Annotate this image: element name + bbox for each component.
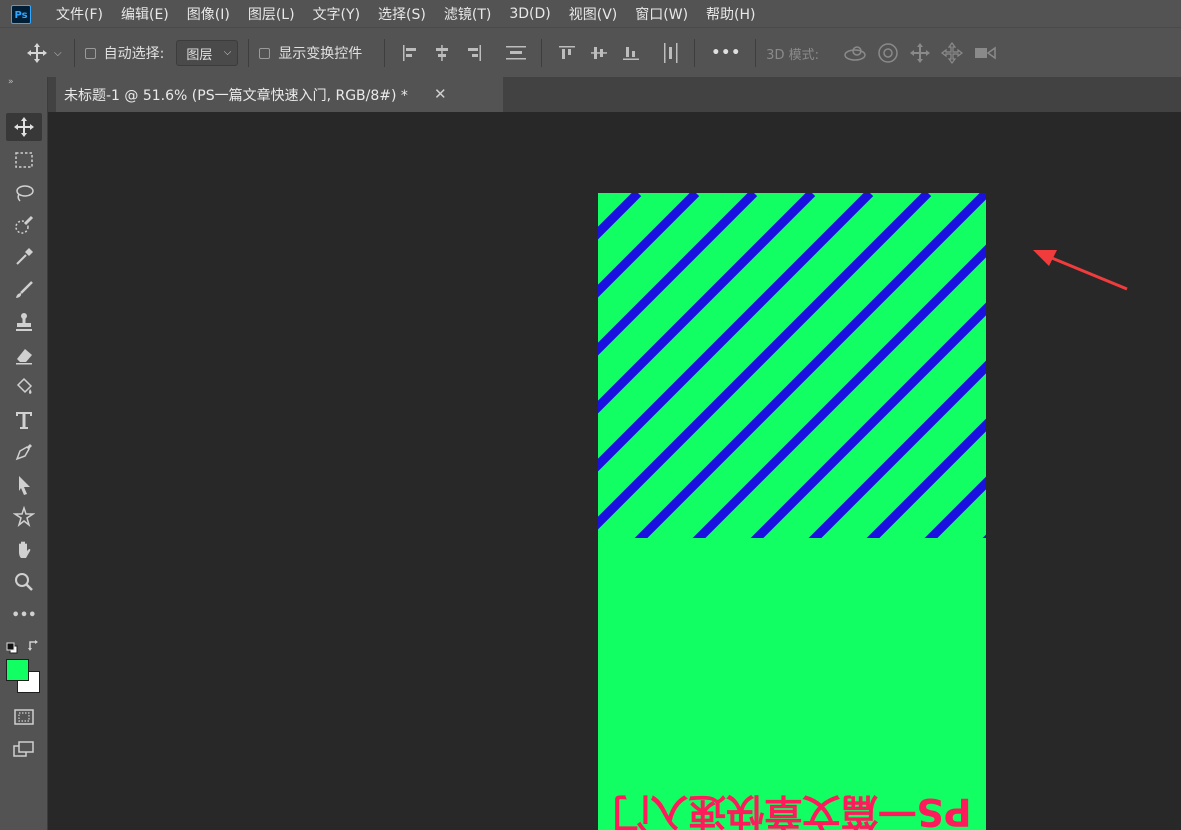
canvas-text-layer: PS一篇文章快速入门 (612, 790, 972, 830)
align-vertical-center-icon[interactable] (590, 44, 608, 62)
path-selection-tool-button[interactable] (6, 471, 42, 499)
lasso-icon (16, 185, 34, 202)
move-tool-button[interactable] (6, 113, 42, 141)
stamp-icon (16, 313, 32, 331)
distribute-horizontal-icon[interactable] (662, 42, 680, 64)
distribute-vertical-icon[interactable] (505, 44, 527, 62)
divider (248, 39, 250, 67)
show-transform-label: 显示变换控件 (278, 46, 363, 62)
type-tool-button[interactable] (6, 406, 42, 434)
logo-text: Ps (11, 4, 31, 24)
show-transform-checkbox[interactable] (259, 47, 271, 59)
3d-orbit-icon[interactable] (843, 43, 867, 63)
chevron-down-icon: ⌵ (223, 47, 232, 58)
quick-mask-icon (14, 709, 34, 725)
paint-bucket-tool-button[interactable] (6, 373, 42, 401)
marquee-tool-button[interactable] (6, 146, 42, 174)
menu-select[interactable]: 选择(S) (378, 4, 426, 24)
tool-preset-chevron-down-icon[interactable]: ⌵ (54, 48, 62, 59)
3d-camera-icon[interactable] (973, 44, 997, 62)
align-top-icon[interactable] (558, 44, 576, 62)
align-bottom-icon[interactable] (622, 44, 640, 62)
eyedropper-tool-button[interactable] (6, 243, 42, 271)
menu-help[interactable]: 帮助(H) (706, 4, 755, 24)
edit-toolbar-button[interactable]: ••• (6, 601, 42, 629)
document-canvas[interactable]: PS一篇文章快速入门 (598, 193, 986, 830)
document-tab-bar: 未标题-1 @ 51.6% (PS一篇文章快速入门, RGB/8#) * ✕ (48, 77, 1181, 112)
lasso-tool-button[interactable] (6, 179, 42, 207)
auto-select-target-dropdown[interactable]: 图层 ⌵ (176, 40, 239, 66)
document-tab[interactable]: 未标题-1 @ 51.6% (PS一篇文章快速入门, RGB/8#) * ✕ (56, 77, 503, 112)
divider (541, 39, 543, 67)
3d-roll-icon[interactable] (877, 42, 899, 64)
panel-collapse-grip[interactable]: » (0, 77, 47, 87)
close-icon[interactable]: ✕ (434, 85, 447, 103)
3d-slide-icon[interactable] (940, 42, 963, 64)
divider (755, 39, 757, 67)
screen-mode-button[interactable] (6, 735, 42, 763)
photoshop-logo-icon[interactable]: Ps (8, 3, 34, 25)
3d-mode-label: 3D 模式: (766, 47, 819, 63)
type-icon (16, 412, 32, 429)
canvas-workspace[interactable]: PS一篇文章快速入门 (48, 112, 1181, 830)
pen-icon (15, 444, 32, 461)
divider (694, 39, 696, 67)
stripe-line (598, 193, 700, 298)
custom-shape-tool-button[interactable] (6, 503, 42, 531)
options-bar: ⌵ 自动选择: 图层 ⌵ 显示变换控件 ••• 3D 模式: (0, 27, 1181, 78)
zoom-tool-button[interactable] (6, 568, 42, 596)
quick-selection-icon (15, 215, 34, 234)
auto-select-checkbox[interactable] (84, 47, 96, 59)
align-right-icon[interactable] (465, 44, 483, 62)
hand-tool-button[interactable] (6, 536, 42, 564)
stripe-line (598, 193, 758, 356)
pen-tool-button[interactable] (6, 438, 42, 466)
menu-file[interactable]: 文件(F) (56, 4, 103, 24)
clone-stamp-tool-button[interactable] (6, 308, 42, 336)
default-colors-icon[interactable] (6, 639, 18, 654)
more-options-button[interactable]: ••• (711, 45, 741, 61)
quick-mask-button[interactable] (6, 703, 42, 731)
hand-icon (19, 541, 31, 558)
custom-shape-icon (13, 506, 35, 528)
rectangular-marquee-icon (15, 152, 33, 168)
eyedropper-icon (16, 248, 33, 265)
menu-window[interactable]: 窗口(W) (635, 4, 688, 24)
align-left-icon[interactable] (401, 44, 419, 62)
move-icon (14, 117, 34, 137)
zoom-icon (15, 573, 33, 591)
menu-image[interactable]: 图像(I) (187, 4, 230, 24)
move-tool-icon[interactable] (26, 42, 48, 64)
divider (384, 39, 386, 67)
divider (73, 39, 75, 67)
3d-pan-icon[interactable] (909, 42, 931, 64)
menu-type[interactable]: 文字(Y) (313, 4, 360, 24)
menu-layer[interactable]: 图层(L) (248, 4, 295, 24)
document-tab-title: 未标题-1 @ 51.6% (PS一篇文章快速入门, RGB/8#) * (64, 87, 408, 104)
align-horizontal-center-icon[interactable] (433, 44, 451, 62)
foreground-color-swatch[interactable] (6, 659, 29, 681)
menu-filter[interactable]: 滤镜(T) (444, 4, 491, 24)
stripe-line (866, 418, 986, 538)
menu-bar: Ps 文件(F) 编辑(E) 图像(I) 图层(L) 文字(Y) 选择(S) 滤… (0, 0, 1181, 27)
eraser-tool-button[interactable] (6, 341, 42, 369)
brush-icon (16, 281, 33, 298)
path-selection-icon (19, 476, 30, 495)
annotation-arrow-icon (1033, 250, 1128, 291)
auto-select-label: 自动选择: (103, 46, 165, 62)
brush-tool-button[interactable] (6, 276, 42, 304)
diagonal-stripes-pattern (598, 193, 986, 538)
paint-bucket-icon (16, 377, 33, 394)
menu-edit[interactable]: 编辑(E) (121, 4, 169, 24)
quick-selection-tool-button[interactable] (6, 211, 42, 239)
menu-3d[interactable]: 3D(D) (509, 6, 550, 22)
eraser-icon (16, 349, 32, 365)
screen-mode-icon (13, 741, 34, 757)
swap-colors-icon[interactable] (27, 637, 41, 651)
auto-select-target-value: 图层 (186, 47, 213, 63)
menu-view[interactable]: 视图(V) (569, 4, 618, 24)
tools-panel: » ••• (0, 77, 48, 830)
